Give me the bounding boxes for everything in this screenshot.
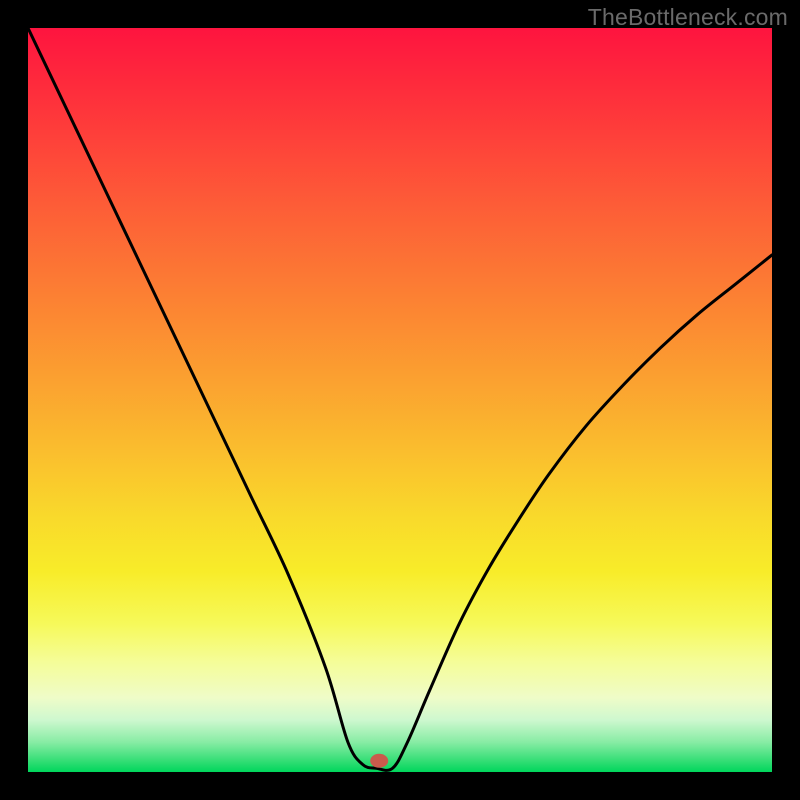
watermark-text: TheBottleneck.com — [588, 4, 788, 31]
bottleneck-curve — [28, 28, 772, 770]
chart-frame: TheBottleneck.com — [0, 0, 800, 800]
chart-plot-area — [28, 28, 772, 772]
optimal-point-marker — [370, 754, 388, 768]
chart-svg — [28, 28, 772, 772]
